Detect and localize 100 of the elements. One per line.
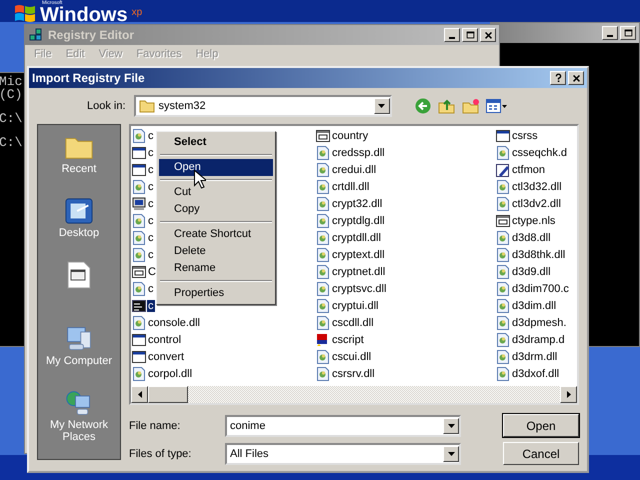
gear-page-icon [316, 197, 330, 211]
directory-entry[interactable]: d3d9.dll [511, 266, 552, 278]
up-folder-icon[interactable] [438, 98, 456, 114]
file-name-field[interactable]: conime [225, 414, 461, 436]
directory-entry[interactable]: c [147, 130, 154, 142]
script-icon [316, 333, 330, 347]
close-button[interactable] [568, 71, 584, 85]
directory-entry[interactable]: csrss [511, 130, 539, 142]
window-icon [496, 129, 510, 143]
text-window-icon [316, 129, 330, 143]
directory-entry[interactable]: ctype.nls [511, 215, 556, 227]
directory-entry[interactable]: c [147, 215, 154, 227]
dialog-button[interactable]: Cancel [503, 442, 579, 465]
directory-entry[interactable]: csseqchk.d [511, 147, 568, 159]
gear-page-icon [132, 231, 146, 245]
gear-page-icon [316, 367, 330, 381]
look-in-dropdown[interactable]: system32 [134, 95, 392, 117]
help-button[interactable] [550, 71, 566, 85]
context-menu-item[interactable]: Rename [159, 260, 273, 277]
directory-entry[interactable]: d3dxof.dll [511, 368, 560, 380]
dropdown-arrow-icon [378, 104, 386, 108]
minimize-button[interactable] [444, 28, 460, 42]
gear-page-icon [496, 316, 510, 330]
minimize-icon [449, 37, 455, 39]
directory-entry[interactable]: c [147, 300, 154, 312]
directory-entry[interactable]: cryptdlg.dll [331, 215, 386, 227]
gear-page-icon [316, 248, 330, 262]
directory-entry[interactable]: crtdll.dll [331, 181, 370, 193]
directory-entry[interactable]: cryptnet.dll [331, 266, 386, 278]
gear-page-icon [496, 146, 510, 160]
context-menu-item[interactable]: Create Shortcut [159, 226, 273, 243]
directory-entry[interactable]: ctfmon [511, 164, 546, 176]
directory-entry[interactable]: d3d8.dll [511, 232, 552, 244]
directory-entry[interactable]: c [147, 198, 154, 210]
dialog-button[interactable]: Open [503, 414, 579, 437]
context-menu-item[interactable]: Cut [159, 184, 273, 201]
directory-entry[interactable]: d3d8thk.dll [511, 249, 566, 261]
directory-entry[interactable]: d3dpmesh. [511, 317, 568, 329]
gear-page-icon [496, 333, 510, 347]
close-button[interactable] [480, 28, 496, 42]
horizontal-scrollbar[interactable] [131, 386, 577, 403]
directory-entry[interactable]: cryptext.dll [331, 249, 386, 261]
console-text: C:\ [0, 136, 24, 148]
scroll-left-icon[interactable] [138, 391, 142, 398]
directory-entry[interactable]: control [147, 334, 182, 346]
places-bar-item[interactable]: Desktop [39, 197, 119, 261]
directory-entry[interactable]: c [147, 164, 154, 176]
gear-page-icon [496, 367, 510, 381]
directory-entry[interactable]: cscdll.dll [331, 317, 375, 329]
directory-entry[interactable]: ctl3dv2.dll [511, 198, 562, 210]
gear-page-icon [316, 214, 330, 228]
directory-entry[interactable]: console.dll [147, 317, 201, 329]
directory-entry[interactable]: c [147, 232, 154, 244]
places-bar-item[interactable]: Recent [39, 133, 119, 197]
directory-entry[interactable]: d3dim700.c [511, 283, 570, 295]
directory-entry[interactable]: cryptsvc.dll [331, 283, 388, 295]
context-menu-item[interactable]: Select [159, 134, 273, 151]
window-icon [132, 146, 146, 160]
directory-entry[interactable]: credssp.dll [331, 147, 386, 159]
context-menu-item[interactable]: Open [159, 159, 273, 176]
directory-entry[interactable]: C [147, 266, 157, 278]
directory-entry[interactable]: ctl3d32.dll [511, 181, 563, 193]
gear-page-icon [132, 214, 146, 228]
directory-entry[interactable]: d3drm.dll [511, 351, 558, 363]
directory-entry[interactable]: corpol.dll [147, 368, 194, 380]
maximize-button[interactable] [620, 26, 636, 40]
context-menu-item[interactable]: Delete [159, 243, 273, 260]
gear-page-icon [496, 180, 510, 194]
directory-entry[interactable]: c [147, 249, 154, 261]
gear-page-icon [496, 265, 510, 279]
scroll-right-icon[interactable] [566, 391, 570, 398]
directory-entry[interactable]: country [331, 130, 370, 142]
context-menu-item[interactable]: Copy [159, 201, 273, 218]
gear-page-icon [132, 248, 146, 262]
look-in-label: Look in: [87, 100, 126, 112]
directory-entry[interactable]: convert [147, 351, 186, 363]
directory-entry[interactable]: c [147, 283, 154, 295]
directory-entry[interactable]: cscui.dll [331, 351, 372, 363]
directory-entry[interactable]: c [147, 147, 154, 159]
directory-entry[interactable]: crypt32.dll [331, 198, 384, 210]
places-bar-item[interactable]: My Network Places [39, 389, 119, 453]
directory-entry[interactable]: cryptui.dll [331, 300, 380, 312]
maximize-button[interactable] [462, 28, 478, 42]
directory-entry[interactable]: cscript [331, 334, 365, 346]
gear-page-icon [496, 248, 510, 262]
file-type-dropdown[interactable]: All Files [225, 442, 461, 464]
context-menu-item[interactable]: Properties [159, 285, 273, 302]
new-folder-icon[interactable] [462, 98, 480, 114]
window-icon [132, 163, 146, 177]
directory-entry[interactable]: csrsrv.dll [331, 368, 376, 380]
places-bar-item[interactable]: My Computer [39, 325, 119, 389]
directory-entry[interactable]: c [147, 181, 154, 193]
directory-entry[interactable]: cryptdll.dll [331, 232, 382, 244]
view-menu-icon[interactable] [486, 98, 508, 114]
directory-entry[interactable]: d3dramp.d [511, 334, 566, 346]
minimize-button[interactable] [602, 26, 618, 40]
scrollbar-thumb[interactable] [148, 386, 188, 403]
windows-flag-icon [14, 3, 36, 23]
directory-entry[interactable]: credui.dll [331, 164, 378, 176]
directory-entry[interactable]: d3dim.dll [511, 300, 558, 312]
